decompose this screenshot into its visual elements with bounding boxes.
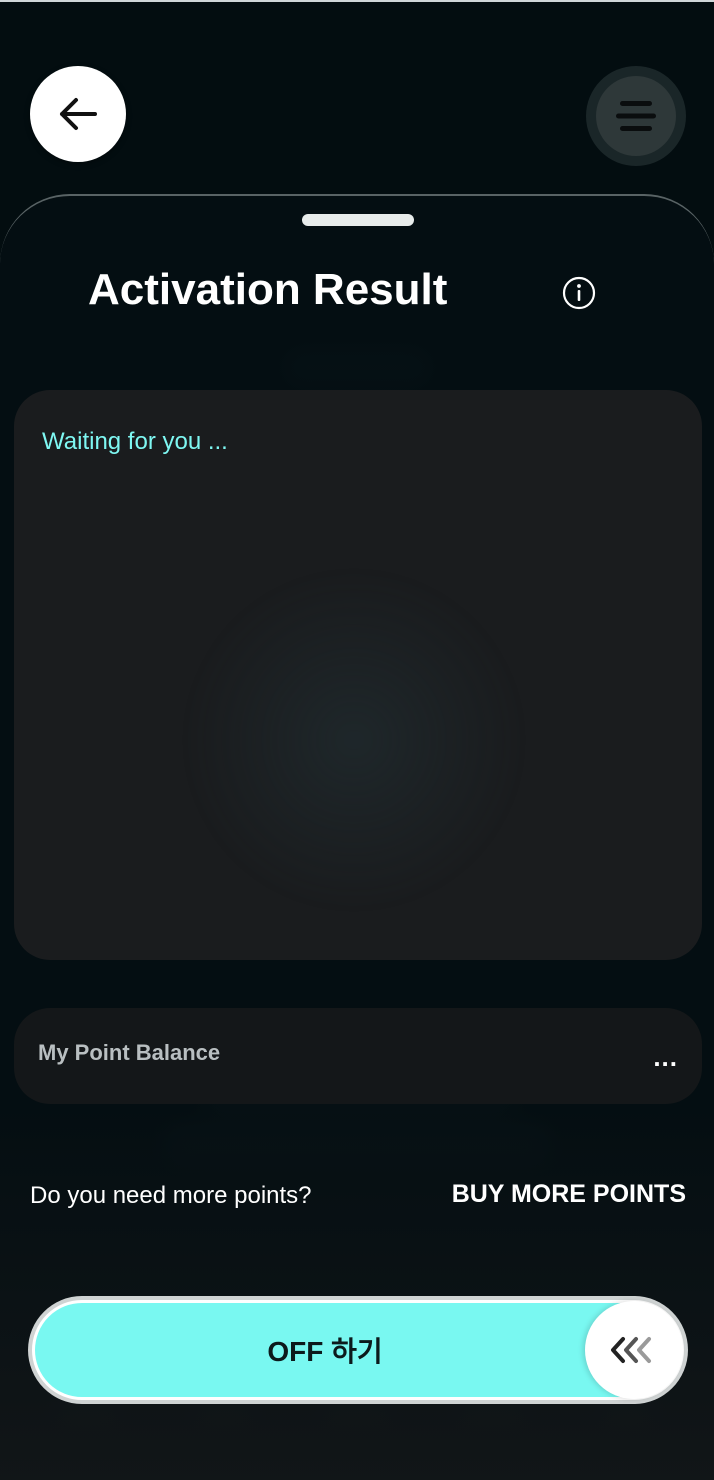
arrow-left-icon xyxy=(60,98,97,130)
blurred-graphic xyxy=(184,570,524,910)
activation-status-text: Waiting for you ... xyxy=(42,428,228,455)
buy-more-points-link[interactable]: BUY MORE POINTS xyxy=(452,1180,686,1209)
page-title: Activation Result xyxy=(88,265,448,314)
triple-chevron-left-icon xyxy=(611,1337,651,1363)
menu-button[interactable] xyxy=(586,66,686,166)
sheet-drag-handle[interactable] xyxy=(302,214,414,226)
point-balance-card: My Point Balance ... xyxy=(14,1008,702,1104)
activation-result-card: Waiting for you ... xyxy=(14,390,702,960)
need-more-points-text: Do you need more points? xyxy=(30,1182,312,1209)
back-button[interactable] xyxy=(30,66,126,162)
hamburger-menu-icon xyxy=(616,101,656,131)
point-balance-label: My Point Balance xyxy=(38,1040,221,1065)
slide-label: OFF 하기 xyxy=(267,1336,383,1367)
point-balance-value: ... xyxy=(653,1042,678,1072)
slide-to-off-control[interactable]: OFF 하기 xyxy=(28,1296,688,1404)
slide-knob[interactable] xyxy=(585,1301,683,1399)
top-divider xyxy=(0,0,714,2)
slide-track[interactable]: OFF 하기 xyxy=(32,1300,684,1400)
info-icon[interactable] xyxy=(562,276,596,310)
